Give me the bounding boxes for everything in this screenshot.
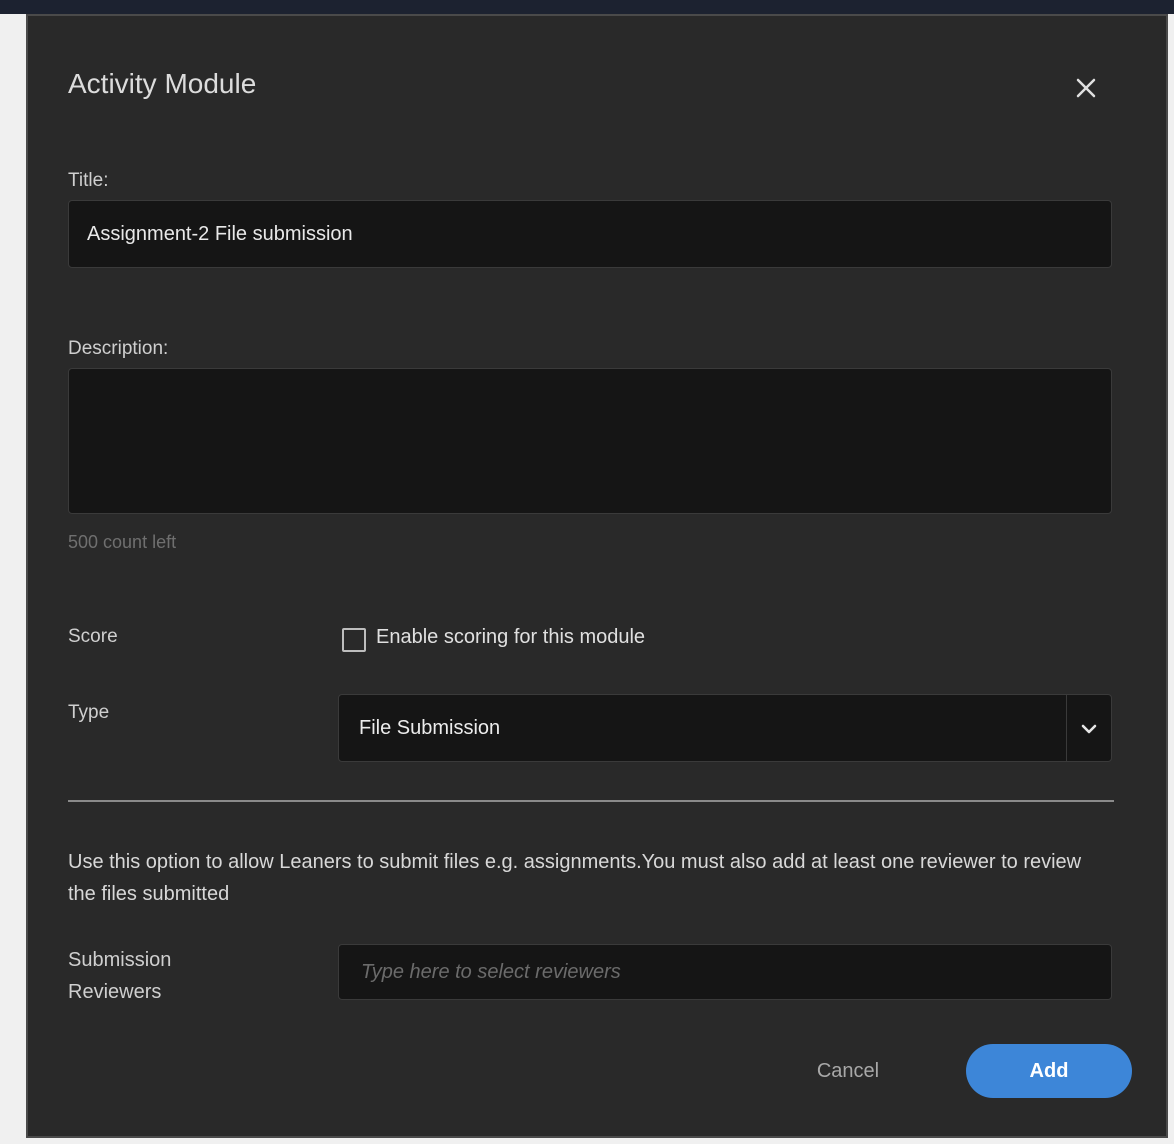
type-select[interactable]: File Submission <box>338 694 1112 762</box>
title-input[interactable]: Assignment-2 File submission <box>68 200 1112 268</box>
cancel-button[interactable]: Cancel <box>788 1046 908 1096</box>
type-select-value: File Submission <box>359 717 501 739</box>
section-divider <box>68 800 1114 802</box>
activity-module-dialog: Activity Module Title: Assignment-2 File… <box>26 14 1168 1138</box>
enable-scoring-checkbox[interactable] <box>342 628 366 652</box>
enable-scoring-label[interactable]: Enable scoring for this module <box>376 626 645 649</box>
submission-reviewers-label: Submission Reviewers <box>68 949 172 1003</box>
file-submission-help-text: Use this option to allow Leaners to subm… <box>68 851 1082 905</box>
description-counter: 500 count left <box>68 532 177 552</box>
chevron-down-icon[interactable] <box>1077 717 1101 741</box>
reviewers-input[interactable] <box>338 944 1112 1000</box>
description-textarea[interactable] <box>68 368 1112 514</box>
type-label: Type <box>68 702 110 723</box>
dialog-title: Activity Module <box>68 68 257 99</box>
title-label: Title: <box>68 170 109 191</box>
background-topbar <box>0 0 1174 14</box>
add-button[interactable]: Add <box>966 1044 1132 1098</box>
close-icon[interactable] <box>1068 70 1104 106</box>
select-divider <box>1066 695 1067 761</box>
description-label: Description: <box>68 338 169 359</box>
score-label: Score <box>68 626 118 647</box>
